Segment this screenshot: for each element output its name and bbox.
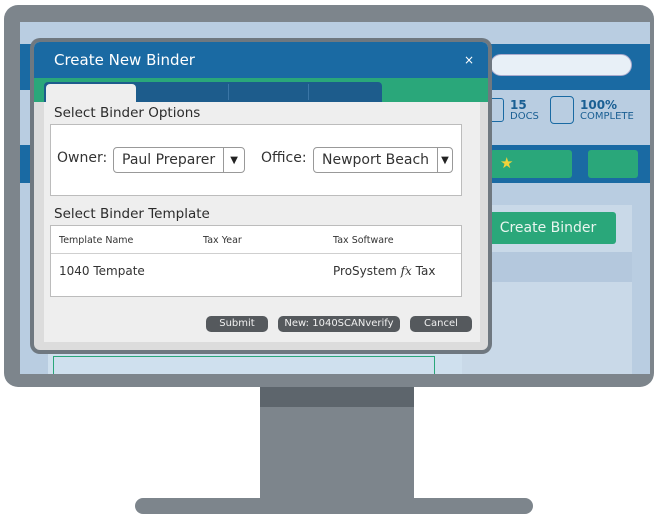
docs-label: DOCS <box>510 110 539 122</box>
complete-percent: 100% <box>580 97 618 112</box>
monitor-stand-shadow <box>260 387 414 407</box>
binder-options-heading: Select Binder Options <box>54 105 201 121</box>
owner-value: Paul Preparer <box>122 152 216 168</box>
nav-button[interactable] <box>588 150 638 178</box>
table-row[interactable]: 1040 Tempate ProSystem fx Tax <box>51 254 461 296</box>
software-name-prefix: ProSystem <box>333 264 401 278</box>
left-content-row <box>53 356 435 374</box>
cancel-button[interactable]: Cancel <box>410 316 472 332</box>
dialog-title: Create New Binder <box>34 42 488 78</box>
office-value: Newport Beach <box>322 152 430 168</box>
complete-label: COMPLETE <box>580 110 634 122</box>
tab-binder-options[interactable] <box>46 84 136 104</box>
column-header-tax-software: Tax Software <box>333 235 394 246</box>
create-binder-dialog: Create New Binder × Select Binder Option… <box>34 42 488 350</box>
document-icon <box>486 98 504 122</box>
owner-label: Owner: <box>57 150 108 166</box>
column-header-tax-year: Tax Year <box>203 235 242 246</box>
office-label: Office: <box>261 150 307 166</box>
software-name-fx: fx <box>400 264 412 278</box>
chevron-down-icon: ▼ <box>437 148 452 172</box>
template-name-cell: 1040 Tempate <box>59 264 145 278</box>
submit-button[interactable]: Submit <box>206 316 268 332</box>
new-1040scanverify-button[interactable]: New: 1040SCANverify <box>278 316 400 332</box>
create-binder-button[interactable]: Create Binder <box>480 212 616 244</box>
docs-count: 15 <box>510 97 527 112</box>
column-header-template-name: Template Name <box>59 235 134 246</box>
owner-select[interactable]: Paul Preparer ▼ <box>113 147 245 173</box>
search-input[interactable] <box>490 54 632 76</box>
software-name-suffix: Tax <box>411 264 436 278</box>
template-table: Template Name Tax Year Tax Software 1040… <box>50 225 462 297</box>
office-select[interactable]: Newport Beach ▼ <box>313 147 453 173</box>
complete-stat: 100% COMPLETE <box>550 96 634 124</box>
tax-software-cell: ProSystem fx Tax <box>333 264 435 278</box>
binder-template-heading: Select Binder Template <box>54 206 210 222</box>
close-icon[interactable]: × <box>464 42 474 78</box>
tab-divider <box>228 84 229 100</box>
clipboard-checklist-icon <box>550 96 574 124</box>
star-icon: ★ <box>500 154 514 172</box>
favorite-nav-button[interactable]: ★ <box>490 150 572 178</box>
monitor-stand-base <box>135 498 533 514</box>
binder-options-box: Owner: Paul Preparer ▼ Office: Newport B… <box>50 124 462 196</box>
tab-divider <box>308 84 309 100</box>
docs-stat: 15 DOCS <box>486 98 539 122</box>
chevron-down-icon: ▼ <box>223 148 244 172</box>
